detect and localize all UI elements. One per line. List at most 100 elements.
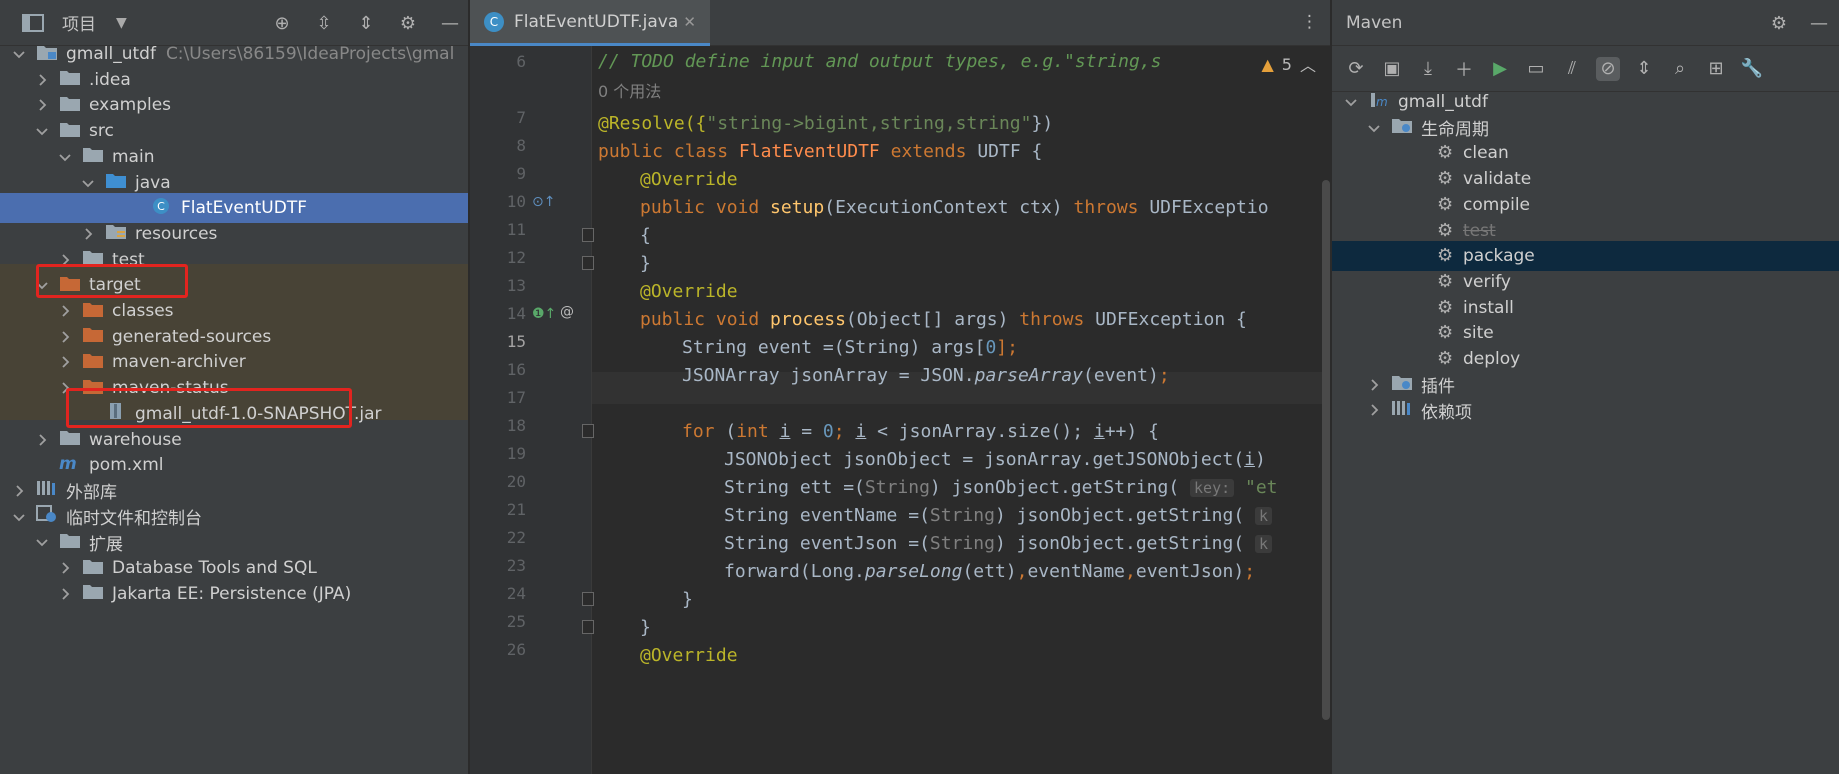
number-literal: 0 bbox=[985, 337, 997, 358]
minimize-icon[interactable]: — bbox=[1807, 11, 1831, 35]
fold-marker-icon[interactable] bbox=[582, 592, 594, 606]
tree-item[interactable]: Jakarta EE: Persistence (JPA) bbox=[0, 579, 470, 609]
warning-icon[interactable]: ▲ bbox=[1261, 55, 1273, 74]
chevron-up-icon[interactable]: ︿ bbox=[1300, 52, 1316, 76]
minimize-icon[interactable]: — bbox=[438, 11, 462, 35]
more-icon[interactable]: ⋮ bbox=[1301, 12, 1318, 32]
maven-node-label: clean bbox=[1463, 143, 1509, 164]
code-text: ; bbox=[1158, 365, 1170, 386]
line-number: 10 bbox=[506, 192, 526, 211]
chevron-right-icon[interactable] bbox=[35, 98, 49, 112]
chevron-down-icon[interactable] bbox=[12, 47, 26, 61]
locate-icon[interactable]: ⊕ bbox=[270, 11, 294, 35]
variable: i bbox=[1093, 421, 1105, 442]
close-icon[interactable]: ✕ bbox=[683, 13, 696, 31]
tree-item-label: generated-sources bbox=[112, 326, 272, 347]
chevron-down-icon[interactable] bbox=[12, 510, 26, 524]
line-number: 12 bbox=[506, 248, 526, 267]
chevron-right-icon[interactable] bbox=[58, 304, 72, 318]
chevron-right-icon[interactable] bbox=[12, 484, 26, 498]
chevron-down-icon[interactable] bbox=[35, 535, 49, 549]
dependencies-node[interactable]: 依赖项 bbox=[1332, 395, 1839, 425]
project-title: 项目 bbox=[62, 15, 96, 35]
collapse-all-icon[interactable]: ⇕ bbox=[354, 11, 378, 35]
gear-icon[interactable]: ⚙ bbox=[1767, 11, 1791, 35]
number-literal: 0 bbox=[822, 421, 834, 442]
chevron-down-icon[interactable]: ▼ bbox=[116, 15, 127, 31]
maven-node-label: validate bbox=[1463, 169, 1532, 190]
annotation: @Override bbox=[640, 169, 738, 190]
chevron-right-icon[interactable] bbox=[35, 433, 49, 447]
folder-icon bbox=[59, 428, 89, 451]
gutter-override-icon[interactable]: ❶↑ bbox=[532, 306, 556, 322]
line-number: 8 bbox=[516, 136, 526, 155]
chevron-down-icon[interactable] bbox=[81, 176, 95, 190]
code-text: UDFExceptio bbox=[1149, 197, 1269, 218]
skip-tests-icon[interactable]: ⊘ bbox=[1596, 56, 1620, 81]
chevron-down-icon[interactable] bbox=[58, 150, 72, 164]
fold-marker-icon[interactable] bbox=[582, 620, 594, 634]
fold-marker-icon[interactable] bbox=[582, 424, 594, 438]
variable: i bbox=[855, 421, 867, 442]
code-text: ( bbox=[725, 421, 737, 442]
line-number: 11 bbox=[506, 220, 526, 239]
chevron-right-icon[interactable] bbox=[1367, 403, 1381, 417]
code-text: ; bbox=[833, 421, 856, 442]
analyze-deps-icon[interactable]: ⌕ bbox=[1668, 57, 1692, 81]
line-number: 22 bbox=[506, 528, 526, 547]
show-deps-icon[interactable]: ⊞ bbox=[1704, 57, 1728, 81]
collapse-icon[interactable]: ⇕ bbox=[1632, 57, 1656, 81]
execute-goal-icon[interactable]: ▭ bbox=[1524, 57, 1548, 81]
chevron-down-icon[interactable] bbox=[1367, 121, 1381, 135]
scratch-icon bbox=[36, 505, 66, 528]
chevron-right-icon[interactable] bbox=[35, 73, 49, 87]
fold-marker-icon[interactable] bbox=[582, 256, 594, 270]
code-text: eventName bbox=[1027, 561, 1126, 582]
fold-marker-icon[interactable] bbox=[582, 228, 594, 242]
chevron-down-icon[interactable] bbox=[1344, 95, 1358, 109]
code-text: , bbox=[1016, 561, 1028, 582]
gear-icon: ⚙ bbox=[1437, 270, 1454, 292]
gutter-annotation-icon[interactable]: @ bbox=[560, 304, 574, 320]
chevron-down-icon[interactable] bbox=[35, 124, 49, 138]
code-text: UDFException { bbox=[1095, 309, 1247, 330]
chevron-right-icon[interactable] bbox=[58, 330, 72, 344]
wrench-icon[interactable]: 🔧 bbox=[1740, 57, 1764, 81]
chevron-right-icon[interactable] bbox=[58, 355, 72, 369]
code-text: String event =(String) args[ bbox=[682, 337, 986, 358]
code-text: eventJson) bbox=[1135, 561, 1245, 582]
line-number: 16 bbox=[506, 360, 526, 379]
code-text: JSONObject jsonObject = jsonArray.getJSO… bbox=[724, 449, 1245, 470]
reload-icon[interactable]: ⟳ bbox=[1344, 57, 1368, 81]
tree-item-label: maven-archiver bbox=[112, 352, 246, 373]
tree-item-label: java bbox=[135, 172, 171, 193]
expand-all-icon[interactable]: ⇳ bbox=[312, 11, 336, 35]
keyword: int bbox=[736, 421, 780, 442]
download-icon[interactable]: ⤓ bbox=[1416, 57, 1440, 81]
keyword: public void bbox=[640, 197, 771, 218]
chevron-right-icon[interactable] bbox=[58, 587, 72, 601]
maven-node-label: site bbox=[1463, 323, 1494, 344]
add-icon[interactable]: ＋ bbox=[1452, 57, 1476, 81]
code-area[interactable]: // TODO define input and output types, e… bbox=[598, 46, 1332, 666]
run-icon[interactable]: ▶ bbox=[1488, 57, 1512, 81]
gear-icon: ⚙ bbox=[1437, 296, 1454, 318]
maven-node-label: deploy bbox=[1463, 349, 1521, 369]
toggle-offline-icon[interactable]: ⫽ bbox=[1560, 57, 1584, 81]
editor-tab[interactable]: C FlatEventUDTF.java ✕ bbox=[470, 0, 710, 46]
reimport-folder-icon[interactable]: ▣ bbox=[1380, 57, 1404, 81]
editor-scrollbar[interactable] bbox=[1322, 180, 1330, 720]
gutter-override-icon[interactable]: ⊙↑ bbox=[532, 194, 555, 210]
code-text: String bbox=[929, 505, 995, 526]
line-number: 14 bbox=[506, 304, 526, 323]
tree-item-label: 扩展 bbox=[89, 534, 123, 555]
code-text: (ExecutionContext ctx) bbox=[824, 197, 1074, 218]
maven-file-icon: m bbox=[59, 454, 89, 477]
line-number: 18 bbox=[506, 416, 526, 435]
gear-icon[interactable]: ⚙ bbox=[396, 11, 420, 35]
chevron-right-icon[interactable] bbox=[1367, 378, 1381, 392]
code-text: String bbox=[929, 533, 995, 554]
chevron-right-icon[interactable] bbox=[81, 227, 95, 241]
chevron-right-icon[interactable] bbox=[58, 561, 72, 575]
tree-item-label: gmall_utdf bbox=[66, 44, 156, 64]
